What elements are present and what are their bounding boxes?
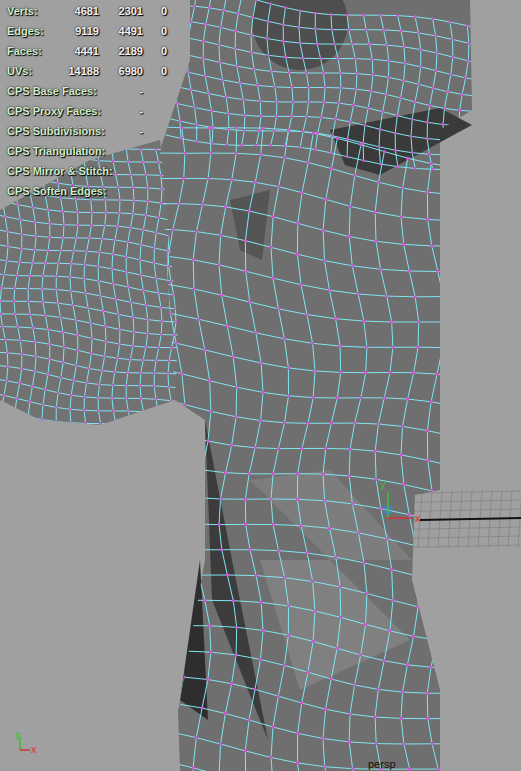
hud-cps-label: CPS Triangulation: [7, 145, 99, 157]
hud-stat-row: Verts:468123010 [7, 1, 167, 21]
view-axis-icon [20, 737, 30, 750]
hud-cps-label: CPS Proxy Faces: [7, 105, 99, 117]
camera-label: persp [368, 758, 396, 770]
hud-stat-value: 0 [143, 45, 167, 57]
hud-stat-value: 0 [143, 65, 167, 77]
mesh[interactable] [0, 0, 499, 771]
hud-cps-label: CPS Mirror & Stitch: [7, 165, 99, 177]
hud-cps-row: CPS Triangulation: [7, 141, 167, 161]
hud-cps-row: CPS Mirror & Stitch: [7, 161, 167, 181]
view-axis-y-label: y [15, 728, 21, 740]
move-manipulator-icon[interactable] [385, 492, 412, 518]
hud-stat-value: 4441 [59, 45, 99, 57]
hud-stat-value: 4491 [99, 25, 143, 37]
hud-stat-value: 6980 [99, 65, 143, 77]
hud-cps-value: - [99, 125, 143, 137]
hud-stat-row: Faces:444121890 [7, 41, 167, 61]
viewport[interactable]: yxyxperspVerts:468123010Edges:911944910F… [0, 0, 521, 771]
hud-stat-value: 4681 [59, 5, 99, 17]
x-axis-line [420, 518, 521, 520]
hud-stat-value: 2301 [99, 5, 143, 17]
hud-cps-value: - [99, 105, 143, 117]
hud-cps-row: CPS Subdivisions:- [7, 121, 167, 141]
hud-stat-row: UVs:1418869800 [7, 61, 167, 81]
hud-stat-row: Edges:911944910 [7, 21, 167, 41]
hud-stat-value: 0 [143, 25, 167, 37]
hud-cps-row: CPS Proxy Faces:- [7, 101, 167, 121]
hud-cps-row: CPS Base Faces:- [7, 81, 167, 101]
hud-stat-label: Faces: [7, 45, 59, 57]
hud-cps-row: CPS Soften Edges: [7, 181, 167, 201]
hud-stat-value: 2189 [99, 45, 143, 57]
hud-cps-label: CPS Soften Edges: [7, 185, 99, 197]
heads-up-display: Verts:468123010Edges:911944910Faces:4441… [7, 1, 167, 201]
hud-stat-label: Edges: [7, 25, 59, 37]
hud-stat-value: 0 [143, 5, 167, 17]
hud-stat-value: 14188 [59, 65, 99, 77]
hud-cps-label: CPS Subdivisions: [7, 125, 99, 137]
hud-stat-value: 9119 [59, 25, 99, 37]
hud-stat-label: Verts: [7, 5, 59, 17]
manipulator-y-label: y [380, 478, 386, 490]
hud-stat-label: UVs: [7, 65, 59, 77]
hud-cps-value: - [99, 85, 143, 97]
manipulator-x-label: x [415, 512, 421, 524]
hud-cps-label: CPS Base Faces: [7, 85, 99, 97]
view-axis-x-label: x [31, 743, 37, 755]
